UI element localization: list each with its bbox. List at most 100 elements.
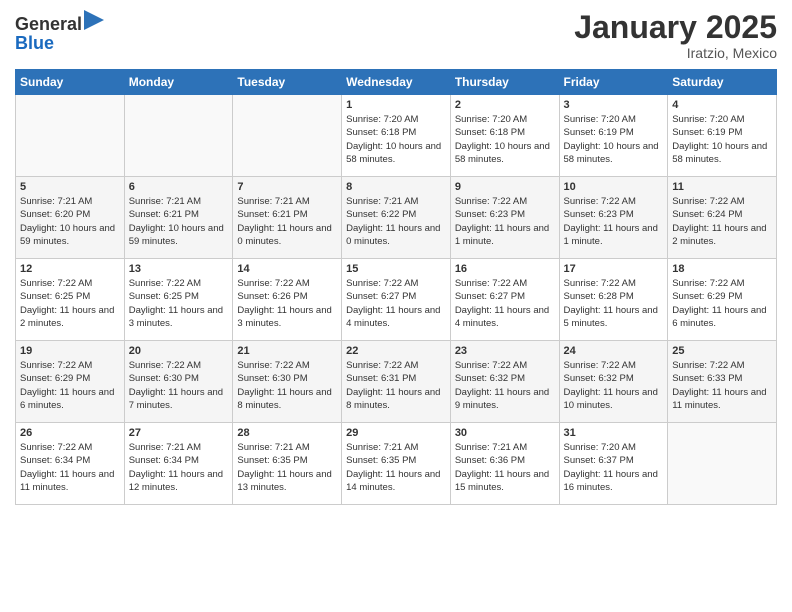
logo-general-text: General: [15, 14, 82, 34]
calendar-cell: 1 Sunrise: 7:20 AM Sunset: 6:18 PM Dayli…: [342, 95, 451, 177]
cell-info: Sunrise: 7:22 AM Sunset: 6:34 PM Dayligh…: [20, 441, 120, 494]
day-number: 14: [237, 263, 337, 275]
day-number: 2: [455, 99, 555, 111]
header: General Blue January 2025 Iratzio, Mexic…: [15, 10, 777, 61]
col-friday: Friday: [559, 70, 668, 95]
cell-info: Sunrise: 7:21 AM Sunset: 6:35 PM Dayligh…: [346, 441, 446, 494]
day-number: 21: [237, 345, 337, 357]
day-number: 28: [237, 427, 337, 439]
day-number: 1: [346, 99, 446, 111]
cell-info: Sunrise: 7:22 AM Sunset: 6:30 PM Dayligh…: [129, 359, 229, 412]
day-number: 8: [346, 181, 446, 193]
day-number: 25: [672, 345, 772, 357]
calendar-cell: 30 Sunrise: 7:21 AM Sunset: 6:36 PM Dayl…: [450, 423, 559, 505]
calendar-header-row: Sunday Monday Tuesday Wednesday Thursday…: [16, 70, 777, 95]
calendar-week-row: 5 Sunrise: 7:21 AM Sunset: 6:20 PM Dayli…: [16, 177, 777, 259]
cell-info: Sunrise: 7:20 AM Sunset: 6:37 PM Dayligh…: [564, 441, 664, 494]
cell-info: Sunrise: 7:21 AM Sunset: 6:20 PM Dayligh…: [20, 195, 120, 248]
col-saturday: Saturday: [668, 70, 777, 95]
day-number: 4: [672, 99, 772, 111]
day-number: 12: [20, 263, 120, 275]
calendar-cell: 7 Sunrise: 7:21 AM Sunset: 6:21 PM Dayli…: [233, 177, 342, 259]
cell-info: Sunrise: 7:21 AM Sunset: 6:22 PM Dayligh…: [346, 195, 446, 248]
calendar-cell: 16 Sunrise: 7:22 AM Sunset: 6:27 PM Dayl…: [450, 259, 559, 341]
day-number: 11: [672, 181, 772, 193]
location-subtitle: Iratzio, Mexico: [574, 45, 777, 61]
calendar-cell: 5 Sunrise: 7:21 AM Sunset: 6:20 PM Dayli…: [16, 177, 125, 259]
cell-info: Sunrise: 7:22 AM Sunset: 6:30 PM Dayligh…: [237, 359, 337, 412]
calendar-cell: 13 Sunrise: 7:22 AM Sunset: 6:25 PM Dayl…: [124, 259, 233, 341]
calendar-week-row: 12 Sunrise: 7:22 AM Sunset: 6:25 PM Dayl…: [16, 259, 777, 341]
cell-info: Sunrise: 7:22 AM Sunset: 6:28 PM Dayligh…: [564, 277, 664, 330]
calendar-cell: 4 Sunrise: 7:20 AM Sunset: 6:19 PM Dayli…: [668, 95, 777, 177]
calendar-cell: 9 Sunrise: 7:22 AM Sunset: 6:23 PM Dayli…: [450, 177, 559, 259]
cell-info: Sunrise: 7:22 AM Sunset: 6:23 PM Dayligh…: [564, 195, 664, 248]
calendar-cell: 14 Sunrise: 7:22 AM Sunset: 6:26 PM Dayl…: [233, 259, 342, 341]
day-number: 13: [129, 263, 229, 275]
day-number: 15: [346, 263, 446, 275]
cell-info: Sunrise: 7:20 AM Sunset: 6:18 PM Dayligh…: [455, 113, 555, 166]
cell-info: Sunrise: 7:21 AM Sunset: 6:36 PM Dayligh…: [455, 441, 555, 494]
calendar-cell: 28 Sunrise: 7:21 AM Sunset: 6:35 PM Dayl…: [233, 423, 342, 505]
cell-info: Sunrise: 7:22 AM Sunset: 6:32 PM Dayligh…: [455, 359, 555, 412]
calendar-week-row: 1 Sunrise: 7:20 AM Sunset: 6:18 PM Dayli…: [16, 95, 777, 177]
logo-arrow-icon: [84, 10, 104, 30]
day-number: 7: [237, 181, 337, 193]
page: General Blue January 2025 Iratzio, Mexic…: [0, 0, 792, 612]
calendar-cell: [16, 95, 125, 177]
cell-info: Sunrise: 7:22 AM Sunset: 6:24 PM Dayligh…: [672, 195, 772, 248]
col-thursday: Thursday: [450, 70, 559, 95]
cell-info: Sunrise: 7:22 AM Sunset: 6:27 PM Dayligh…: [455, 277, 555, 330]
calendar-cell: 3 Sunrise: 7:20 AM Sunset: 6:19 PM Dayli…: [559, 95, 668, 177]
day-number: 27: [129, 427, 229, 439]
logo-blue-text: Blue: [15, 33, 54, 53]
calendar-cell: 29 Sunrise: 7:21 AM Sunset: 6:35 PM Dayl…: [342, 423, 451, 505]
cell-info: Sunrise: 7:21 AM Sunset: 6:35 PM Dayligh…: [237, 441, 337, 494]
calendar-cell: [668, 423, 777, 505]
day-number: 24: [564, 345, 664, 357]
cell-info: Sunrise: 7:20 AM Sunset: 6:19 PM Dayligh…: [564, 113, 664, 166]
calendar-cell: 17 Sunrise: 7:22 AM Sunset: 6:28 PM Dayl…: [559, 259, 668, 341]
day-number: 26: [20, 427, 120, 439]
day-number: 29: [346, 427, 446, 439]
day-number: 20: [129, 345, 229, 357]
calendar-cell: 11 Sunrise: 7:22 AM Sunset: 6:24 PM Dayl…: [668, 177, 777, 259]
day-number: 9: [455, 181, 555, 193]
calendar-cell: [124, 95, 233, 177]
day-number: 30: [455, 427, 555, 439]
cell-info: Sunrise: 7:22 AM Sunset: 6:29 PM Dayligh…: [20, 359, 120, 412]
day-number: 17: [564, 263, 664, 275]
cell-info: Sunrise: 7:22 AM Sunset: 6:26 PM Dayligh…: [237, 277, 337, 330]
cell-info: Sunrise: 7:22 AM Sunset: 6:25 PM Dayligh…: [20, 277, 120, 330]
calendar-cell: 2 Sunrise: 7:20 AM Sunset: 6:18 PM Dayli…: [450, 95, 559, 177]
calendar-cell: 24 Sunrise: 7:22 AM Sunset: 6:32 PM Dayl…: [559, 341, 668, 423]
calendar-table: Sunday Monday Tuesday Wednesday Thursday…: [15, 69, 777, 505]
cell-info: Sunrise: 7:22 AM Sunset: 6:33 PM Dayligh…: [672, 359, 772, 412]
calendar-cell: 18 Sunrise: 7:22 AM Sunset: 6:29 PM Dayl…: [668, 259, 777, 341]
day-number: 10: [564, 181, 664, 193]
calendar-week-row: 19 Sunrise: 7:22 AM Sunset: 6:29 PM Dayl…: [16, 341, 777, 423]
calendar-cell: [233, 95, 342, 177]
calendar-cell: 21 Sunrise: 7:22 AM Sunset: 6:30 PM Dayl…: [233, 341, 342, 423]
logo-block: General Blue: [15, 10, 104, 54]
calendar-cell: 19 Sunrise: 7:22 AM Sunset: 6:29 PM Dayl…: [16, 341, 125, 423]
cell-info: Sunrise: 7:22 AM Sunset: 6:32 PM Dayligh…: [564, 359, 664, 412]
cell-info: Sunrise: 7:20 AM Sunset: 6:18 PM Dayligh…: [346, 113, 446, 166]
day-number: 3: [564, 99, 664, 111]
calendar-cell: 6 Sunrise: 7:21 AM Sunset: 6:21 PM Dayli…: [124, 177, 233, 259]
day-number: 6: [129, 181, 229, 193]
month-title: January 2025: [574, 10, 777, 45]
calendar-cell: 23 Sunrise: 7:22 AM Sunset: 6:32 PM Dayl…: [450, 341, 559, 423]
cell-info: Sunrise: 7:22 AM Sunset: 6:31 PM Dayligh…: [346, 359, 446, 412]
day-number: 31: [564, 427, 664, 439]
cell-info: Sunrise: 7:22 AM Sunset: 6:27 PM Dayligh…: [346, 277, 446, 330]
col-wednesday: Wednesday: [342, 70, 451, 95]
calendar-cell: 25 Sunrise: 7:22 AM Sunset: 6:33 PM Dayl…: [668, 341, 777, 423]
title-block: January 2025 Iratzio, Mexico: [574, 10, 777, 61]
calendar-cell: 12 Sunrise: 7:22 AM Sunset: 6:25 PM Dayl…: [16, 259, 125, 341]
cell-info: Sunrise: 7:22 AM Sunset: 6:25 PM Dayligh…: [129, 277, 229, 330]
cell-info: Sunrise: 7:21 AM Sunset: 6:21 PM Dayligh…: [237, 195, 337, 248]
calendar-cell: 26 Sunrise: 7:22 AM Sunset: 6:34 PM Dayl…: [16, 423, 125, 505]
cell-info: Sunrise: 7:20 AM Sunset: 6:19 PM Dayligh…: [672, 113, 772, 166]
logo: General Blue: [15, 10, 104, 54]
